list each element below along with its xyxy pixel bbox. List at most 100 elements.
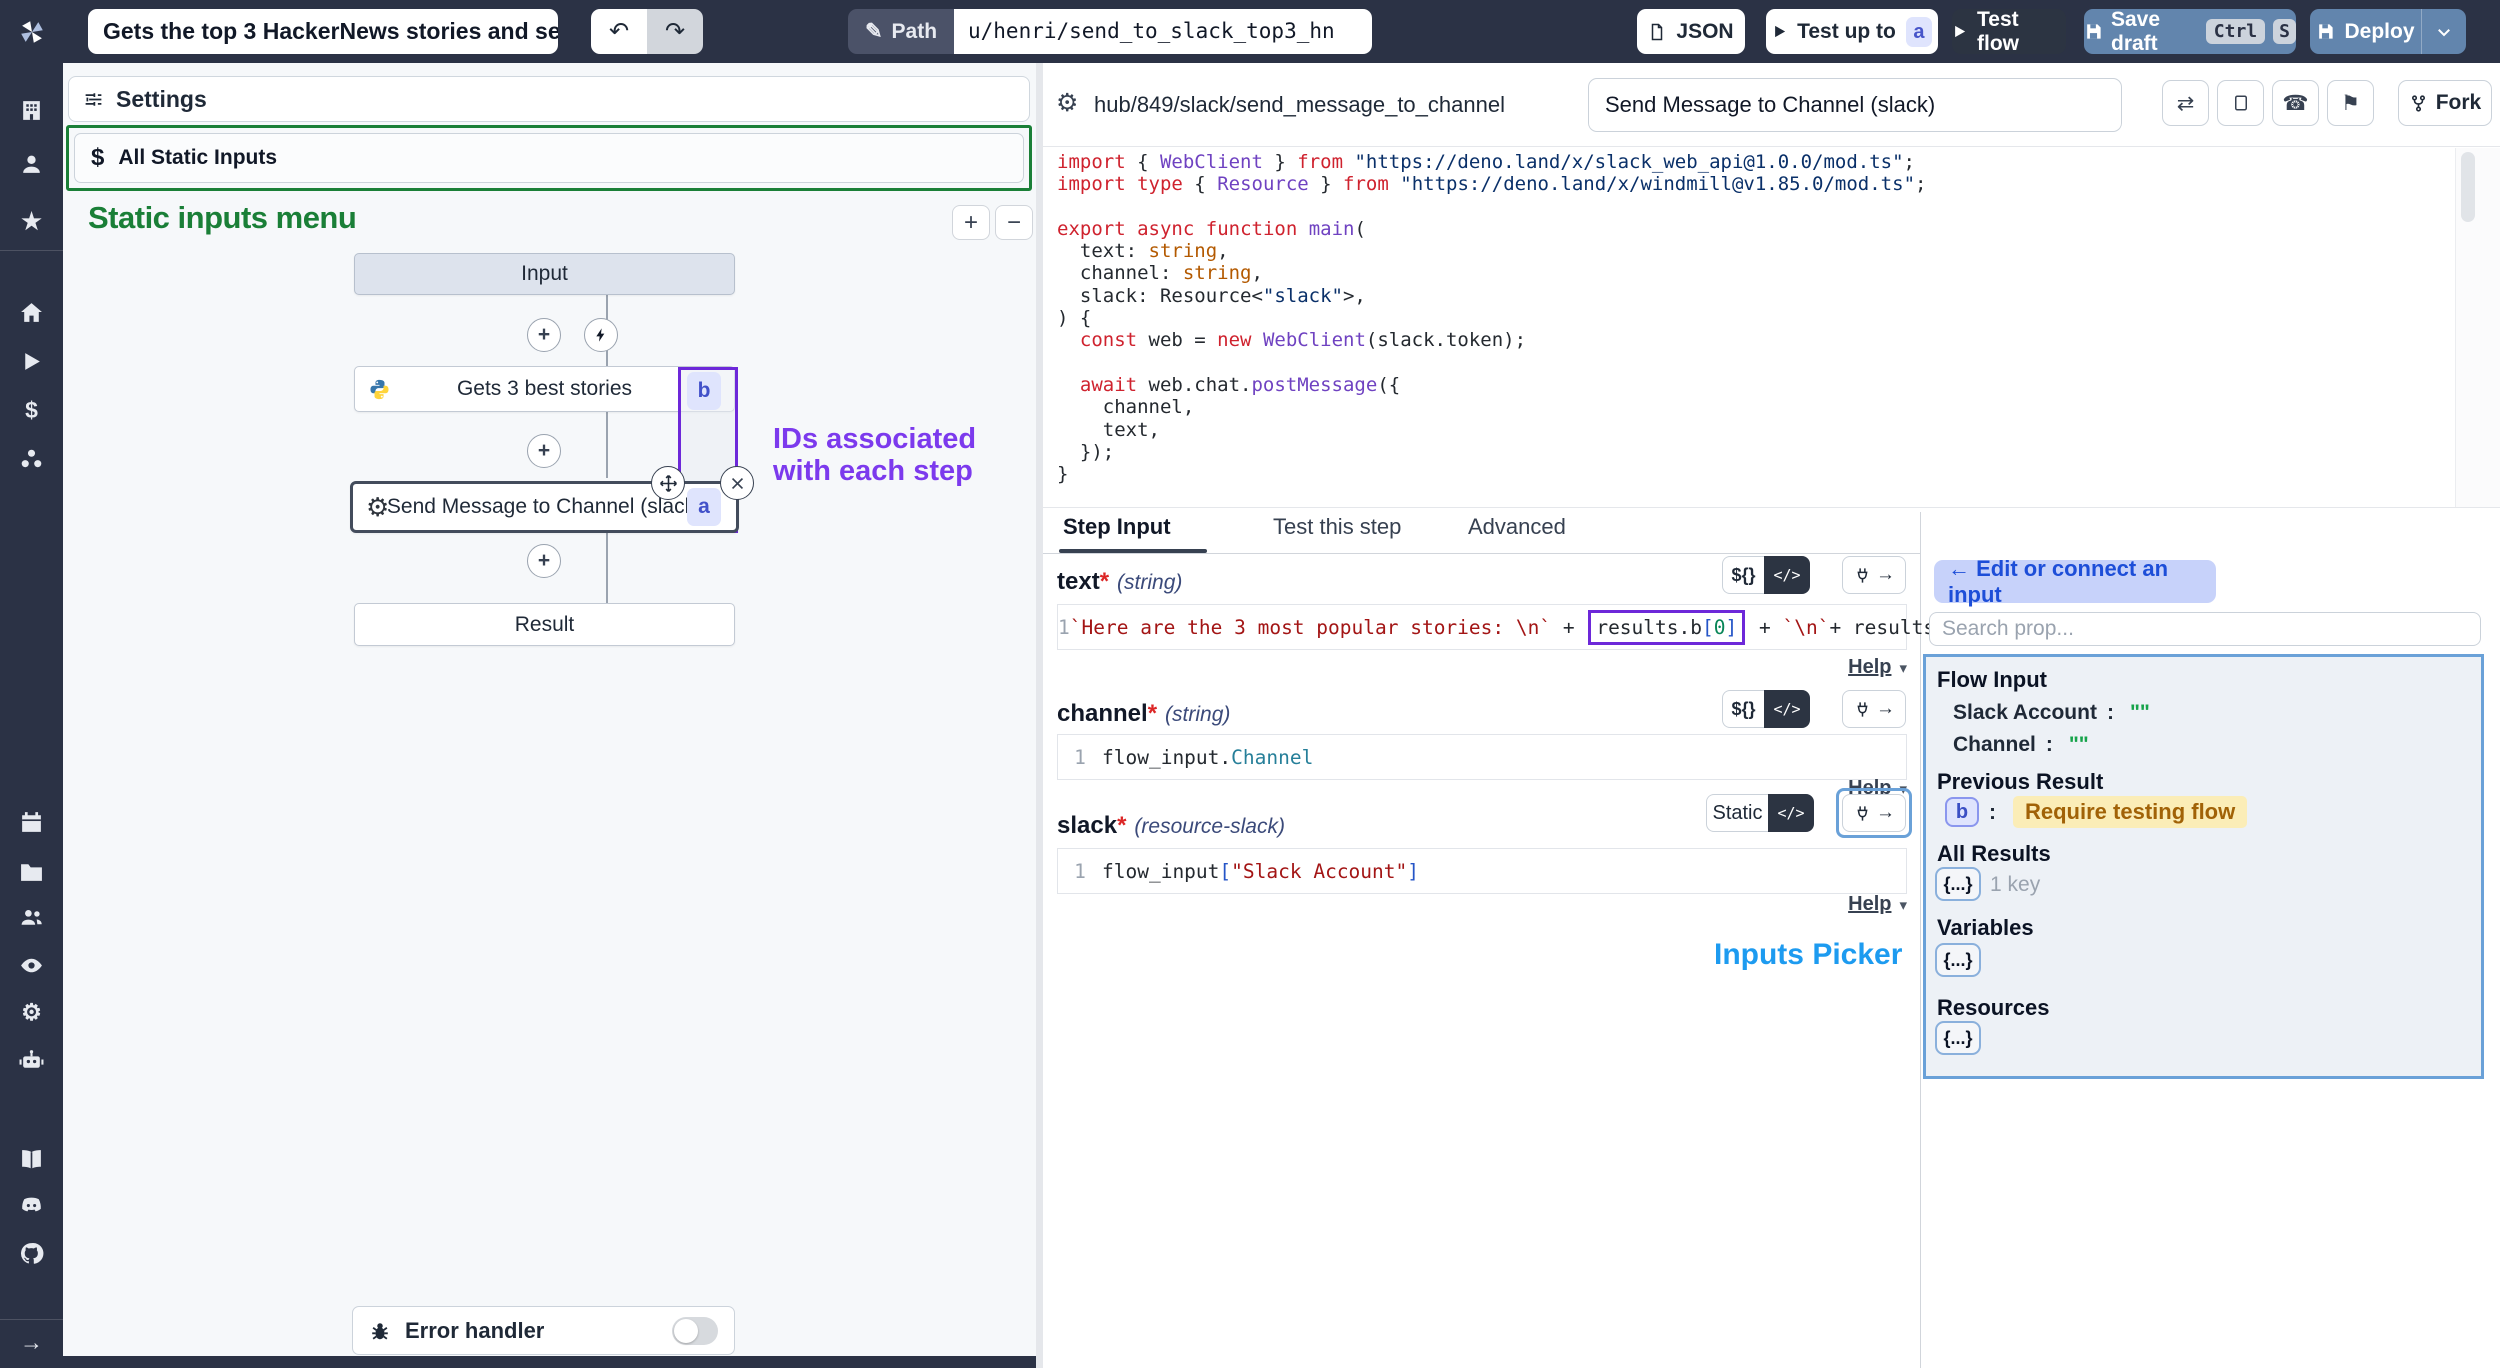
all-static-inputs-button[interactable]: $ All Static Inputs bbox=[74, 133, 1024, 183]
channel-expression-editor[interactable]: 1flow_input.Channel bbox=[1057, 734, 1907, 780]
step-summary-input[interactable]: Send Message to Channel (slack) bbox=[1588, 78, 2122, 132]
play-icon[interactable] bbox=[0, 347, 63, 375]
folders-icon[interactable] bbox=[0, 857, 63, 885]
variables-braces-badge[interactable]: {...} bbox=[1935, 943, 1981, 977]
connect-input-button-slack[interactable]: → bbox=[1842, 794, 1906, 832]
panel-resizer[interactable] bbox=[1036, 63, 1043, 1368]
fork-button[interactable]: Fork bbox=[2398, 80, 2492, 126]
prop-slack-account[interactable]: Slack Account:"" bbox=[1953, 701, 2150, 725]
flag-icon: ⚑ bbox=[2341, 91, 2360, 116]
flag-button[interactable]: ⚑ bbox=[2327, 80, 2374, 126]
hub-script-path: hub/849/slack/send_message_to_channel bbox=[1094, 92, 1505, 118]
gear-icon: ⚙ bbox=[366, 492, 389, 523]
undo-button[interactable]: ↶ bbox=[591, 9, 647, 54]
left-sidebar: ★ $ ⚙ → bbox=[0, 63, 63, 1368]
undo-icon: ↶ bbox=[609, 17, 629, 46]
dollar-icon[interactable]: $ bbox=[0, 396, 63, 424]
path-input[interactable]: u/henri/send_to_slack_top3_hn bbox=[954, 9, 1372, 54]
error-handler-toggle[interactable] bbox=[672, 1317, 718, 1345]
settings-icon[interactable]: ⚙ bbox=[0, 998, 63, 1026]
connect-input-button-channel[interactable]: → bbox=[1842, 690, 1906, 728]
move-step-handle[interactable] bbox=[651, 466, 685, 500]
fork-label: Fork bbox=[2436, 91, 2482, 115]
tab-advanced[interactable]: Advanced bbox=[1468, 514, 1566, 540]
home-icon[interactable] bbox=[0, 298, 63, 326]
flow-title-input[interactable]: Gets the top 3 HackerNews stories and se… bbox=[88, 9, 558, 54]
flow-settings-button[interactable]: Settings bbox=[68, 76, 1030, 122]
tab-test-this-step[interactable]: Test this step bbox=[1273, 514, 1401, 540]
help-link-slack[interactable]: Help▾ bbox=[1707, 893, 1907, 916]
delete-step-button[interactable] bbox=[720, 466, 754, 500]
redo-button[interactable]: ↷ bbox=[647, 9, 703, 54]
tab-step-input[interactable]: Step Input bbox=[1063, 514, 1171, 540]
error-handler-node[interactable]: Error handler bbox=[352, 1306, 735, 1355]
code-editor[interactable]: import { WebClient } from "https://deno.… bbox=[1057, 151, 1926, 485]
kbd-s: S bbox=[2273, 19, 2296, 44]
insert-step-button[interactable]: + bbox=[527, 318, 561, 352]
error-handler-label: Error handler bbox=[405, 1318, 544, 1344]
deploy-dropdown-button[interactable] bbox=[2422, 9, 2466, 54]
flow-input-section-title: Flow Input bbox=[1937, 667, 2047, 693]
slack-expression-editor[interactable]: 1flow_input["Slack Account"] bbox=[1057, 848, 1907, 894]
chevron-down-icon bbox=[2435, 23, 2453, 41]
zoom-out-button[interactable]: − bbox=[995, 205, 1033, 240]
json-button[interactable]: JSON bbox=[1637, 9, 1745, 54]
inputs-picker-annotation: Inputs Picker bbox=[1714, 938, 1896, 972]
ai-icon[interactable] bbox=[0, 1046, 63, 1074]
code-scrollbar-thumb[interactable] bbox=[2461, 152, 2475, 222]
webhook-button[interactable]: ☎ bbox=[2272, 80, 2319, 126]
prop-channel[interactable]: Channel:"" bbox=[1953, 733, 2089, 757]
static-mode-button[interactable]: Static bbox=[1706, 794, 1768, 832]
connect-input-button-text[interactable]: → bbox=[1842, 556, 1906, 594]
text-expression-editor[interactable]: 1`Here are the 3 most popular stories: \… bbox=[1057, 604, 1907, 650]
resources-braces-badge[interactable]: {...} bbox=[1935, 1021, 1981, 1055]
test-up-to-button[interactable]: Test up to a bbox=[1766, 9, 1938, 54]
discord-icon[interactable] bbox=[0, 1191, 63, 1219]
window-button[interactable] bbox=[2217, 80, 2264, 126]
trigger-lightning-button[interactable] bbox=[584, 318, 618, 352]
chevron-down-icon: ▾ bbox=[1899, 897, 1907, 914]
windmill-logo-icon[interactable] bbox=[0, 0, 63, 63]
code-mode-button[interactable]: </> bbox=[1764, 556, 1810, 594]
search-prop-input[interactable]: Search prop... bbox=[1929, 612, 2481, 646]
test-flow-button[interactable]: Test flow bbox=[1952, 9, 2066, 54]
window-icon bbox=[2232, 94, 2250, 112]
python-icon bbox=[368, 378, 391, 401]
workspace-icon[interactable] bbox=[0, 96, 63, 124]
tabs-top-divider bbox=[1043, 507, 2500, 508]
template-string-button[interactable]: ${} bbox=[1722, 690, 1764, 728]
insert-step-button[interactable]: + bbox=[527, 544, 561, 578]
save-draft-button[interactable]: Save draft Ctrl S bbox=[2084, 9, 2296, 54]
lightning-icon bbox=[593, 327, 609, 343]
windmill-flow-editor: Gets the top 3 HackerNews stories and se… bbox=[0, 0, 2500, 1368]
help-link-text[interactable]: Help▾ bbox=[1707, 656, 1907, 679]
code-mode-button[interactable]: </> bbox=[1768, 794, 1814, 832]
redo-icon: ↷ bbox=[665, 17, 685, 46]
code-mode-button[interactable]: </> bbox=[1764, 690, 1810, 728]
dollar-icon: $ bbox=[91, 144, 104, 172]
node-result[interactable]: Result bbox=[354, 603, 735, 646]
docs-icon[interactable] bbox=[0, 1145, 63, 1173]
step-a-id-badge[interactable]: a bbox=[687, 488, 721, 526]
variables-section-title: Variables bbox=[1937, 915, 2034, 941]
previous-result-b-badge[interactable]: b bbox=[1945, 797, 1979, 827]
worker-groups-icon[interactable] bbox=[0, 445, 63, 473]
node-input[interactable]: Input bbox=[354, 253, 735, 295]
refresh-icon: ⇄ bbox=[2177, 91, 2195, 116]
step-b-id-badge[interactable]: b bbox=[687, 372, 721, 410]
star-icon[interactable]: ★ bbox=[0, 207, 63, 235]
collapse-arrow-icon[interactable]: → bbox=[0, 1328, 63, 1356]
deploy-button[interactable]: Deploy bbox=[2310, 9, 2466, 54]
zoom-in-button[interactable]: + bbox=[952, 205, 990, 240]
diff-button[interactable]: ⇄ bbox=[2162, 80, 2209, 126]
insert-step-button[interactable]: + bbox=[527, 434, 561, 468]
github-icon[interactable] bbox=[0, 1239, 63, 1267]
schedules-icon[interactable] bbox=[0, 808, 63, 836]
header-divider bbox=[1043, 146, 2500, 147]
all-results-braces-badge[interactable]: {...} bbox=[1935, 867, 1981, 901]
edit-or-connect-input-button[interactable]: ← Edit or connect an input bbox=[1934, 560, 2216, 603]
template-string-button[interactable]: ${} bbox=[1722, 556, 1764, 594]
audit-logs-icon[interactable] bbox=[0, 951, 63, 979]
user-icon[interactable] bbox=[0, 150, 63, 178]
groups-icon[interactable] bbox=[0, 903, 63, 931]
